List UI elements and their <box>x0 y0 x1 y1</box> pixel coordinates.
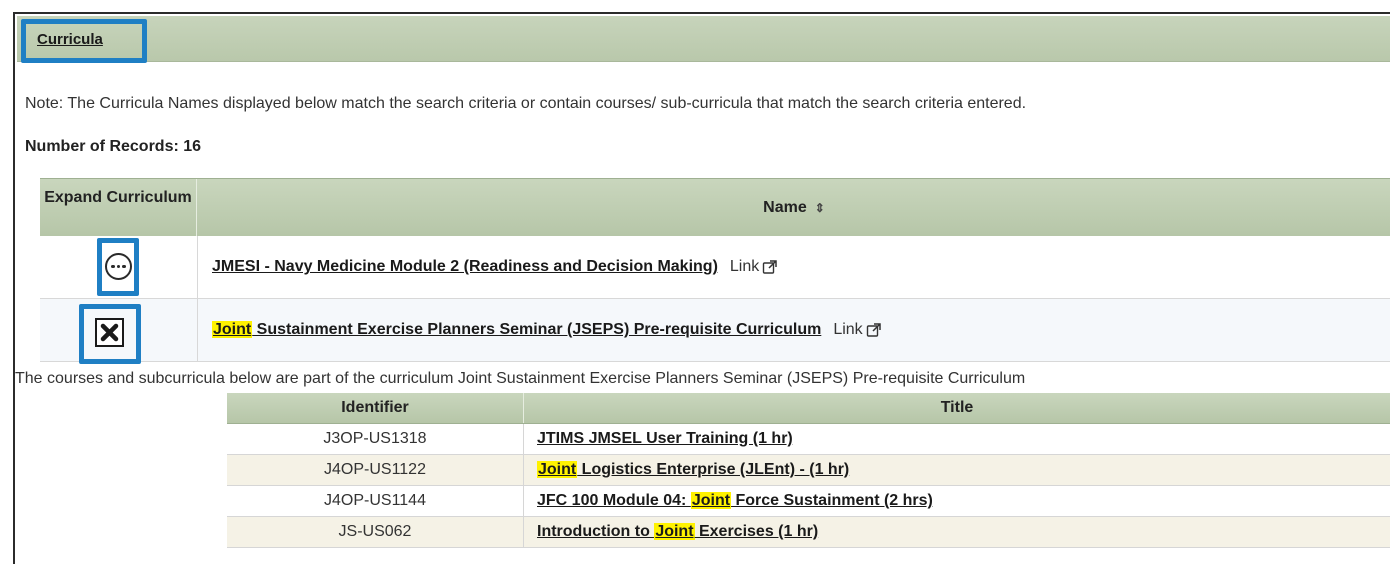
dot <box>122 264 126 269</box>
course-title-link[interactable]: Joint Logistics Enterprise (JLEnt) - (1 … <box>537 455 849 485</box>
external-link[interactable]: Link <box>833 321 881 339</box>
table-row: JS-US062 Introduction to Joint Exercises… <box>227 517 1390 548</box>
search-highlight: Joint <box>654 523 695 540</box>
external-link[interactable]: Link <box>730 258 778 276</box>
table-row: J4OP-US1144 JFC 100 Module 04: Joint For… <box>227 486 1390 517</box>
search-highlight: Joint <box>690 492 732 509</box>
column-header-title: Title <box>940 399 974 416</box>
search-highlight: Joint <box>212 321 253 338</box>
external-link-icon <box>866 323 881 337</box>
dot <box>116 264 121 269</box>
name-cell: JMESI - Navy Medicine Module 2 (Readines… <box>212 236 778 298</box>
expand-curriculum-button[interactable] <box>105 253 132 280</box>
column-header-identifier: Identifier <box>227 393 524 423</box>
course-identifier: J3OP-US1318 <box>227 424 524 454</box>
course-title-link[interactable]: JTIMS JMSEL User Training (1 hr) <box>537 424 793 454</box>
curriculum-name-link[interactable]: JMESI - Navy Medicine Module 2 (Readines… <box>212 258 718 276</box>
curriculum-name-link[interactable]: Joint Sustainment Exercise Planners Semi… <box>212 321 821 339</box>
sort-icon[interactable]: ⇕ <box>815 201 825 215</box>
record-count: Number of Records: 16 <box>25 138 202 155</box>
course-identifier: J4OP-US1144 <box>227 486 524 516</box>
table-row: JMESI - Navy Medicine Module 2 (Readines… <box>40 236 1390 299</box>
search-note: Note: The Curricula Names displayed belo… <box>25 95 1027 112</box>
course-title-link[interactable]: Introduction to Joint Exercises (1 hr) <box>537 517 818 547</box>
table-row: J4OP-US1122 Joint Logistics Enterprise (… <box>227 455 1390 486</box>
collapse-curriculum-button[interactable] <box>95 318 124 347</box>
courses-table-header: Identifier Title <box>227 393 1390 424</box>
course-title-text: JTIMS JMSEL User Training (1 hr) <box>537 430 793 447</box>
search-highlight: Joint <box>537 461 578 478</box>
table-row: Joint Sustainment Exercise Planners Semi… <box>40 299 1390 362</box>
table-header: Expand Curriculum Name ⇕ <box>40 178 1390 237</box>
curriculum-name-text: Sustainment Exercise Planners Seminar (J… <box>252 321 822 338</box>
dot <box>111 264 115 269</box>
curricula-section-link[interactable]: Curricula <box>30 22 110 57</box>
column-header-name[interactable]: Name ⇕ <box>198 179 1390 236</box>
external-link-icon <box>763 260 778 274</box>
course-title-text: Exercises (1 hr) <box>694 523 819 540</box>
course-title-text: Logistics Enterprise (JLEnt) - (1 hr) <box>577 461 850 478</box>
course-title-link[interactable]: JFC 100 Module 04: Joint Force Sustainme… <box>537 486 933 516</box>
column-header-name-label: Name <box>763 199 807 216</box>
name-cell: Joint Sustainment Exercise Planners Semi… <box>212 299 882 361</box>
course-title-text: JFC 100 Module 04: <box>537 492 691 509</box>
section-header-bar <box>17 16 1390 62</box>
external-link-label: Link <box>729 258 760 275</box>
column-header-expand: Expand Curriculum <box>40 179 197 236</box>
external-link-label: Link <box>833 321 863 338</box>
course-identifier: JS-US062 <box>227 517 524 547</box>
course-title-text: Force Sustainment (2 hrs) <box>731 492 933 509</box>
close-icon <box>100 323 119 342</box>
course-identifier: J4OP-US1122 <box>227 455 524 485</box>
course-title-text: Introduction to <box>537 523 655 540</box>
subcurricula-description: The courses and subcurricula below are p… <box>15 370 1026 387</box>
table-row: J3OP-US1318 JTIMS JMSEL User Training (1… <box>227 424 1390 455</box>
